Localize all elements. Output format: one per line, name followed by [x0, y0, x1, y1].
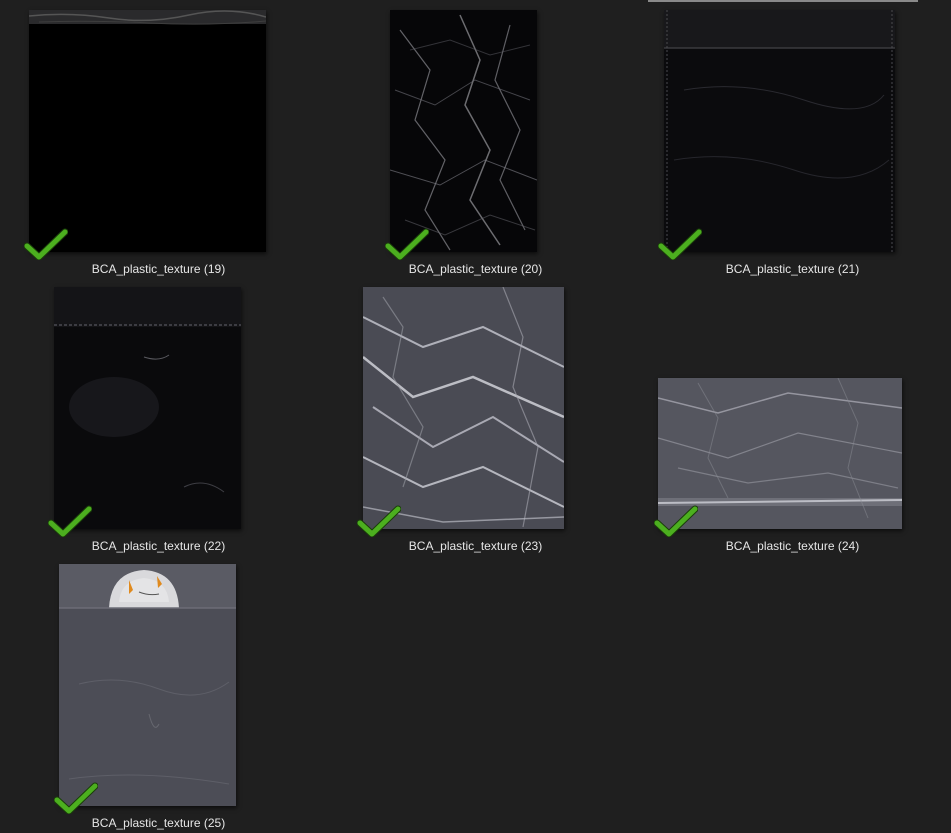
green-check-icon	[24, 228, 68, 260]
file-tile-25[interactable]: BCA_plastic_texture (25)	[0, 554, 317, 831]
file-name: BCA_plastic_texture (21)	[725, 262, 860, 276]
file-tile-19[interactable]: BCA_plastic_texture (19)	[0, 0, 317, 277]
file-tile-22[interactable]: BCA_plastic_texture (22)	[0, 277, 317, 554]
file-name: BCA_plastic_texture (20)	[408, 262, 543, 276]
file-name: BCA_plastic_texture (23)	[408, 539, 543, 553]
green-check-icon	[48, 505, 92, 537]
file-tile-24[interactable]: BCA_plastic_texture (24)	[634, 277, 951, 554]
green-check-icon	[54, 782, 98, 814]
file-name: BCA_plastic_texture (25)	[91, 816, 226, 830]
green-check-icon	[654, 505, 698, 537]
file-name: BCA_plastic_texture (22)	[91, 539, 226, 553]
green-check-icon	[357, 505, 401, 537]
file-tile-20[interactable]: BCA_plastic_texture (20)	[317, 0, 634, 277]
thumbnail[interactable]	[29, 10, 266, 252]
file-grid: BCA_plastic_texture (19) BCA_plastic_tex…	[0, 0, 951, 833]
green-check-icon	[658, 228, 702, 260]
thumbnail[interactable]	[363, 287, 564, 529]
thumbnail[interactable]	[54, 287, 241, 529]
file-name: BCA_plastic_texture (24)	[725, 539, 860, 553]
thumbnail[interactable]	[59, 564, 236, 806]
file-name: BCA_plastic_texture (19)	[91, 262, 226, 276]
thumbnail[interactable]	[664, 10, 895, 252]
thumbnail[interactable]	[390, 10, 537, 252]
file-tile-23[interactable]: BCA_plastic_texture (23)	[317, 277, 634, 554]
file-tile-21[interactable]: BCA_plastic_texture (21)	[634, 0, 951, 277]
green-check-icon	[385, 228, 429, 260]
